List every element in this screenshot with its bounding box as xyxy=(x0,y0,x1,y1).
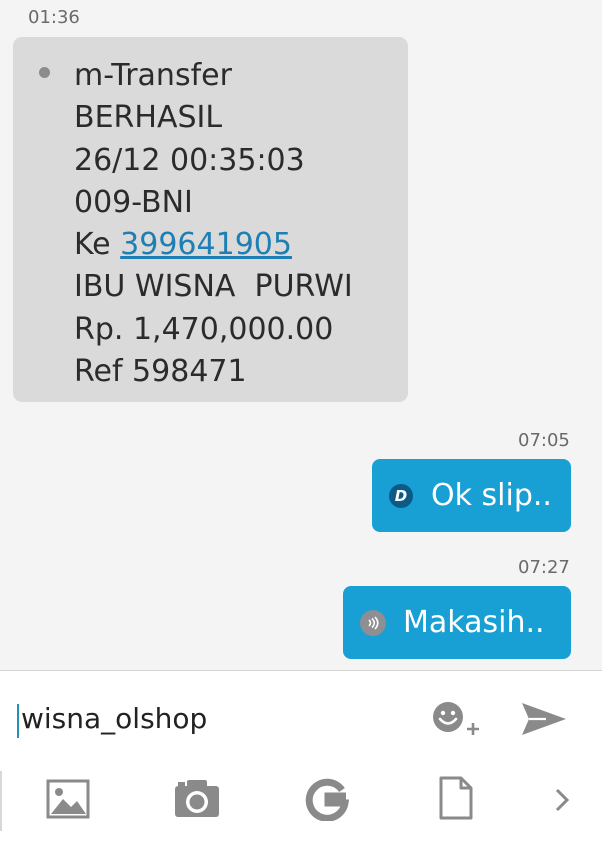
outgoing-message-bubble[interactable]: Makasih.. xyxy=(343,586,571,659)
emoji-add-icon[interactable] xyxy=(430,699,486,745)
timestamp-outgoing: 07:27 xyxy=(518,557,570,578)
sim-indicator-icon xyxy=(39,67,50,78)
account-prefix: Ke xyxy=(74,227,121,263)
message-line: Ref 598471 xyxy=(74,354,247,390)
timestamp-outgoing: 07:05 xyxy=(518,430,570,451)
chevron-right-icon[interactable] xyxy=(552,787,572,817)
message-line: Rp. 1,470,000.00 xyxy=(74,311,334,347)
timestamp-incoming: 01:36 xyxy=(28,7,80,28)
message-line: IBU WISNA PURWI xyxy=(74,269,353,305)
gallery-icon[interactable] xyxy=(46,779,90,823)
sent-status-icon xyxy=(360,609,386,636)
incoming-message-text: m-Transfer BERHASIL 26/12 00:35:03 009-B… xyxy=(74,55,353,393)
send-icon[interactable] xyxy=(520,699,568,743)
toolbar-divider xyxy=(0,771,2,831)
outgoing-message-bubble[interactable]: D Ok slip.. xyxy=(372,459,571,532)
camera-icon[interactable] xyxy=(172,777,222,823)
outgoing-message-text: Makasih.. xyxy=(403,605,545,640)
outgoing-message-text: Ok slip.. xyxy=(431,478,552,513)
sim-d-badge-icon: D xyxy=(389,483,413,508)
account-number-link[interactable]: 399641905 xyxy=(120,227,292,262)
message-line: m-Transfer xyxy=(74,58,232,93)
message-line: 26/12 00:35:03 xyxy=(74,142,305,178)
message-composer: wisna_olshop xyxy=(0,670,602,842)
message-line: 009-BNI xyxy=(74,184,193,220)
incoming-message-bubble[interactable]: m-Transfer BERHASIL 26/12 00:35:03 009-B… xyxy=(13,37,408,402)
text-cursor xyxy=(17,704,19,738)
g-sticker-icon[interactable] xyxy=(304,777,350,825)
document-icon[interactable] xyxy=(438,775,474,825)
message-line: BERHASIL xyxy=(74,100,223,136)
message-input[interactable]: wisna_olshop xyxy=(21,702,207,735)
